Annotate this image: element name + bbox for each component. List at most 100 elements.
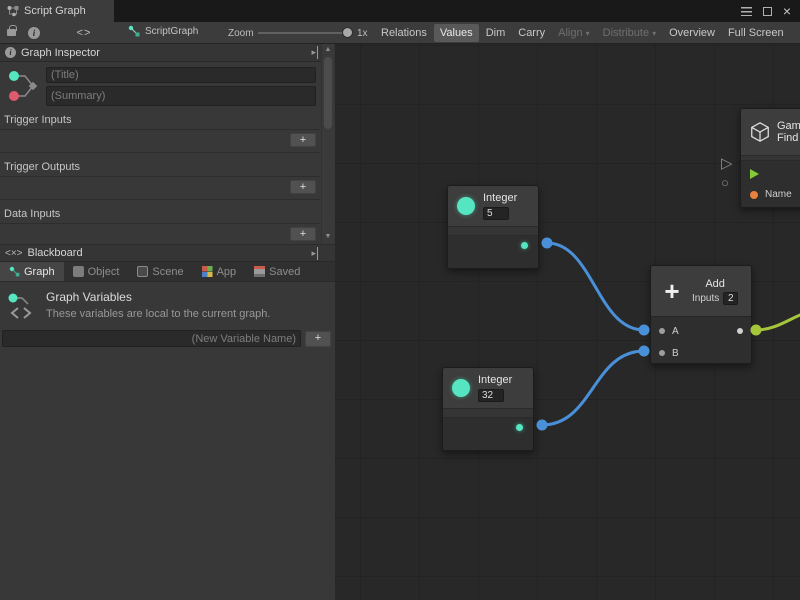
tab-graph-label: Graph (24, 266, 55, 278)
wire-endpoint[interactable] (639, 325, 650, 336)
inputs-count-field[interactable]: 2 (723, 292, 738, 305)
zoom-label: Zoom (228, 28, 254, 39)
summary-field[interactable] (46, 86, 316, 106)
output-port-dot[interactable] (516, 424, 523, 431)
tab-saved[interactable]: Saved (245, 262, 309, 281)
wire-integer1-to-add-a[interactable] (547, 243, 644, 330)
trigger-outputs-label: Trigger Outputs (0, 161, 320, 174)
node-integer-1[interactable]: Integer 5 (447, 185, 539, 269)
tab-saved-label: Saved (269, 266, 300, 278)
collapse-panel-icon[interactable]: ▸ (311, 247, 318, 260)
sum-output-port-dot[interactable] (737, 328, 743, 334)
integer-value-field[interactable]: 32 (478, 389, 504, 402)
scrollbar-thumb[interactable] (324, 57, 332, 129)
tab-object[interactable]: Object (64, 262, 129, 281)
sidebar: i Graph Inspector ▸ Trigger Inputs (0, 44, 335, 600)
breadcrumb[interactable]: ScriptGraph (128, 25, 198, 37)
add-trigger-output-button[interactable]: + (290, 180, 316, 194)
breadcrumb-label: ScriptGraph (145, 26, 198, 37)
inspector-scrollbar[interactable]: ▲ ▼ (321, 44, 334, 243)
value-port-icon[interactable]: ○ (721, 175, 729, 190)
chevron-down-icon: ▾ (652, 29, 656, 38)
values-button[interactable]: Values (434, 24, 479, 42)
new-variable-input[interactable] (2, 330, 301, 347)
distribute-label: Distribute (603, 27, 649, 39)
graph-variables-title: Graph Variables (46, 290, 270, 304)
wire-endpoint[interactable] (751, 325, 762, 336)
edit-graph-button[interactable]: <> (52, 24, 116, 42)
graph-variables-icon (6, 290, 38, 322)
input-b-port-dot[interactable] (659, 350, 665, 356)
wire-endpoint[interactable] (542, 238, 553, 249)
data-inputs-label: Data Inputs (0, 208, 320, 221)
script-graph-icon (7, 5, 19, 17)
maximize-icon[interactable] (763, 7, 772, 16)
wire-endpoint[interactable] (639, 346, 650, 357)
inputs-label: Inputs (692, 293, 719, 304)
zoom-slider[interactable] (258, 32, 353, 34)
gameobject-cube-icon (749, 121, 771, 143)
overview-button[interactable]: Overview (663, 24, 721, 42)
scroll-down-icon[interactable]: ▼ (322, 231, 334, 243)
node-divider (443, 408, 533, 418)
output-port-dot[interactable] (521, 242, 528, 249)
tab-script-graph[interactable]: Script Graph (0, 0, 114, 22)
node-title: GameObject (777, 120, 800, 132)
scene-tab-icon (137, 266, 148, 277)
window-menu-icon[interactable] (741, 7, 752, 16)
input-a-label: A (672, 326, 679, 337)
close-icon[interactable]: × (783, 6, 791, 16)
name-port-dot[interactable] (750, 191, 758, 199)
integer-value-field[interactable]: 5 (483, 207, 509, 220)
dim-button[interactable]: Dim (480, 24, 512, 42)
graph-variables-block: Graph Variables These variables are loca… (0, 282, 335, 326)
tab-app[interactable]: App (193, 262, 246, 281)
scroll-up-icon[interactable]: ▲ (322, 44, 334, 56)
distribute-button[interactable]: Distribute ▾ (597, 24, 662, 42)
object-tab-icon (73, 266, 84, 277)
node-gameobject-find[interactable]: GameObject Find Name (740, 108, 800, 208)
add-data-input-button[interactable]: + (290, 227, 316, 241)
integer-type-icon (452, 379, 470, 397)
wire-endpoint[interactable] (537, 420, 548, 431)
relations-button[interactable]: Relations (375, 24, 433, 42)
trigger-inputs-section: Trigger Inputs + (0, 114, 320, 153)
node-title: Integer (478, 374, 512, 386)
divider (0, 152, 320, 153)
add-icon: + (660, 278, 684, 304)
fullscreen-button[interactable]: Full Screen (722, 24, 790, 42)
graph-variables-description: These variables are local to the current… (46, 308, 270, 320)
collapse-panel-icon[interactable]: ▸ (311, 46, 318, 59)
blackboard-title: Blackboard (28, 247, 83, 259)
graph-inspector-title: Graph Inspector (21, 47, 100, 59)
chevron-down-icon: ▾ (586, 29, 590, 38)
graph-canvas[interactable]: GameObject Find Name ▷ ○ I (335, 44, 800, 600)
window-titlebar: Script Graph × (0, 0, 800, 22)
trigger-in-port-icon[interactable] (750, 169, 759, 179)
add-variable-button[interactable]: + (305, 331, 331, 347)
saved-tab-icon (254, 266, 265, 277)
add-trigger-input-button[interactable]: + (290, 133, 316, 147)
integer-type-icon (457, 197, 475, 215)
input-a-port-dot[interactable] (659, 328, 665, 334)
lock-icon[interactable] (7, 29, 16, 36)
carry-button[interactable]: Carry (512, 24, 551, 42)
title-field[interactable] (46, 67, 316, 83)
blackboard-panel: <×> Blackboard ▸ Graph Object (0, 244, 335, 347)
node-add[interactable]: + Add Inputs 2 A (650, 265, 752, 364)
align-button[interactable]: Align ▾ (552, 24, 595, 42)
tab-scene-label: Scene (152, 266, 183, 278)
data-inputs-section: Data Inputs + (0, 208, 320, 244)
wire-add-output[interactable] (756, 310, 800, 330)
divider (0, 199, 320, 200)
tab-graph[interactable]: Graph (0, 262, 64, 281)
wire-integer2-to-add-b[interactable] (542, 351, 644, 425)
zoom-slider-handle[interactable] (342, 27, 353, 38)
align-label: Align (558, 27, 582, 39)
trigger-outputs-section: Trigger Outputs + (0, 161, 320, 200)
info-icon[interactable]: i (28, 27, 40, 39)
tab-scene[interactable]: Scene (128, 262, 192, 281)
info-icon: i (5, 47, 16, 58)
trigger-port-icon[interactable]: ▷ (721, 154, 733, 172)
node-integer-2[interactable]: Integer 32 (442, 367, 534, 451)
